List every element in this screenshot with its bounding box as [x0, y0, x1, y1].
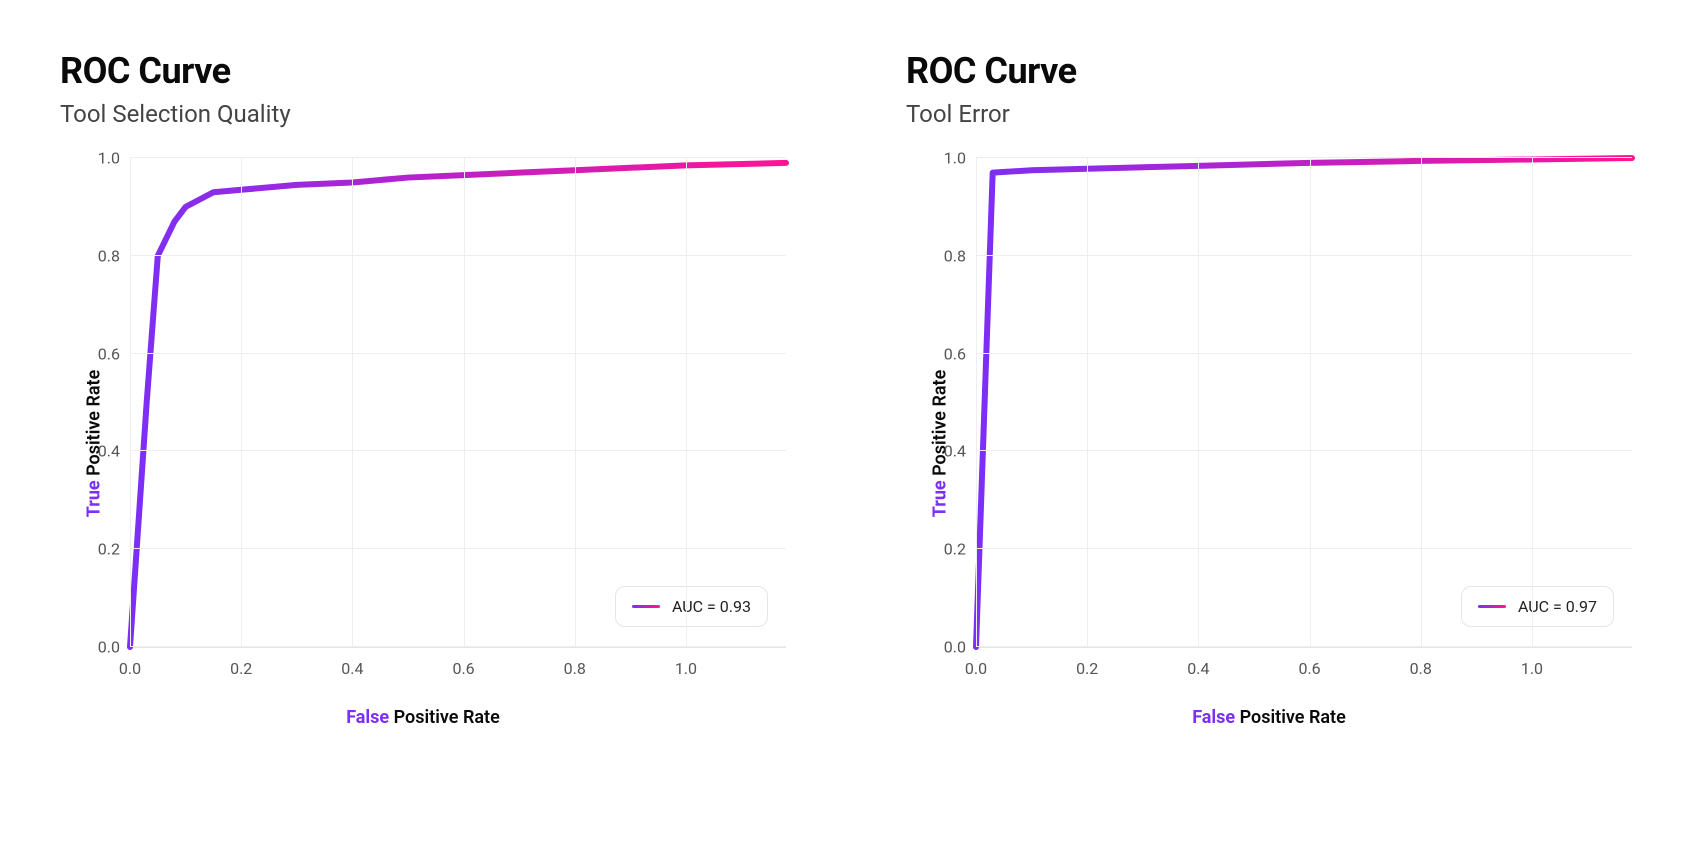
- roc-curve: [130, 158, 786, 647]
- gridline-v: [1421, 158, 1422, 647]
- y-tick-label: 1.0: [98, 149, 130, 168]
- x-tick-label: 0.8: [1410, 647, 1432, 678]
- gridline-v: [352, 158, 353, 647]
- x-tick-label: 0.8: [564, 647, 586, 678]
- x-tick-label: 0.6: [1298, 647, 1320, 678]
- legend-label: AUC = 0.93: [672, 597, 751, 616]
- x-tick-label: 0.6: [452, 647, 474, 678]
- x-tick-label: 0.0: [965, 647, 987, 678]
- x-tick-label: 1.0: [1521, 647, 1543, 678]
- x-axis-label: False Positive Rate: [1192, 707, 1346, 728]
- gridline-v: [976, 158, 977, 647]
- y-tick-label: 1.0: [944, 149, 976, 168]
- y-tick-label: 0.4: [944, 442, 976, 461]
- gridline-h: [130, 157, 786, 158]
- legend-label: AUC = 0.97: [1518, 597, 1597, 616]
- x-tick-label: 0.2: [1076, 647, 1098, 678]
- gridline-v: [130, 158, 131, 647]
- roc-curve: [976, 158, 1632, 647]
- gridline-v: [464, 158, 465, 647]
- gridline-v: [1198, 158, 1199, 647]
- gridline-h: [976, 450, 1632, 451]
- roc-panel-left: ROC Curve Tool Selection Quality True Po…: [60, 50, 786, 728]
- charts-container: ROC Curve Tool Selection Quality True Po…: [60, 50, 1632, 728]
- gridline-h: [976, 157, 1632, 158]
- chart-subtitle: Tool Error: [906, 100, 1632, 128]
- legend: AUC = 0.93: [615, 586, 768, 627]
- y-tick-label: 0.6: [98, 344, 130, 363]
- gridline-v: [1310, 158, 1311, 647]
- gridline-v: [241, 158, 242, 647]
- x-tick-label: 0.2: [230, 647, 252, 678]
- gridline-v: [575, 158, 576, 647]
- y-tick-label: 0.2: [98, 540, 130, 559]
- gridline-v: [686, 158, 687, 647]
- gridline-v: [1532, 158, 1533, 647]
- gridline-v: [1087, 158, 1088, 647]
- x-axis-label: False Positive Rate: [346, 707, 500, 728]
- chart-subtitle: Tool Selection Quality: [60, 100, 786, 128]
- chart-title: ROC Curve: [60, 50, 786, 92]
- gridline-h: [130, 450, 786, 451]
- chart-title: ROC Curve: [906, 50, 1632, 92]
- legend-swatch: [632, 605, 660, 608]
- y-tick-label: 0.2: [944, 540, 976, 559]
- gridline-h: [976, 548, 1632, 549]
- gridline-h: [130, 353, 786, 354]
- y-tick-label: 0.8: [98, 246, 130, 265]
- gridline-h: [130, 255, 786, 256]
- plot-region: AUC = 0.93 0.00.20.40.60.81.00.00.20.40.…: [130, 158, 786, 648]
- chart-area: True Positive Rate AUC = 0.97 0.00.20.40…: [906, 158, 1632, 728]
- y-tick-label: 0.4: [98, 442, 130, 461]
- y-tick-label: 0.6: [944, 344, 976, 363]
- plot-region: AUC = 0.97 0.00.20.40.60.81.00.00.20.40.…: [976, 158, 1632, 648]
- gridline-h: [976, 353, 1632, 354]
- roc-panel-right: ROC Curve Tool Error True Positive Rate …: [906, 50, 1632, 728]
- x-tick-label: 1.0: [675, 647, 697, 678]
- chart-area: True Positive Rate AUC = 0.93 0.00.20.40…: [60, 158, 786, 728]
- x-tick-label: 0.0: [119, 647, 141, 678]
- y-tick-label: 0.8: [944, 246, 976, 265]
- x-tick-label: 0.4: [1187, 647, 1209, 678]
- legend-swatch: [1478, 605, 1506, 608]
- legend: AUC = 0.97: [1461, 586, 1614, 627]
- gridline-h: [130, 548, 786, 549]
- x-tick-label: 0.4: [341, 647, 363, 678]
- gridline-h: [976, 255, 1632, 256]
